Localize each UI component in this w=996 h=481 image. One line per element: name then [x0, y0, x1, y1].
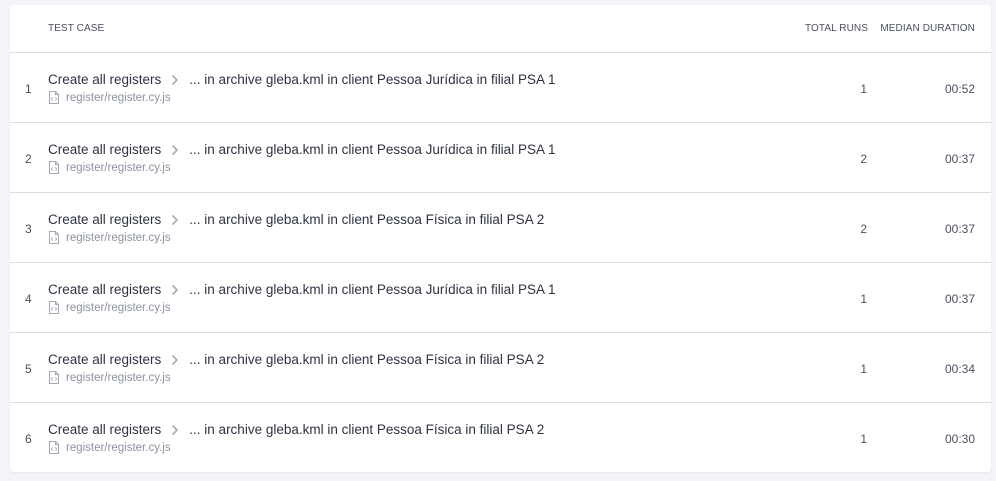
spec-file[interactable]: register/register.cy.js: [48, 231, 171, 244]
test-title[interactable]: Create all registers ... in archive gleba…: [48, 422, 544, 437]
row-index: 1: [25, 82, 32, 96]
median-duration-value: 00:37: [944, 292, 975, 306]
test-title[interactable]: Create all registers ... in archive gleba…: [48, 352, 544, 367]
file-code-icon: [48, 231, 60, 244]
file-code-icon: [48, 371, 60, 384]
median-duration-value: 00:34: [944, 362, 975, 376]
spec-file[interactable]: register/register.cy.js: [48, 161, 171, 174]
total-runs-value: 1: [860, 82, 867, 96]
chevron-right-icon: [168, 423, 182, 437]
test-cases-table: TEST CASE TOTAL RUNS MEDIAN DURATION 1 Cr…: [10, 5, 991, 472]
spec-file-path: register/register.cy.js: [66, 161, 171, 174]
file-code-icon: [48, 91, 60, 104]
table-row[interactable]: 4 Create all registers ... in archive gleb…: [10, 263, 991, 333]
test-title[interactable]: Create all registers ... in archive gleba…: [48, 212, 544, 227]
test-title[interactable]: Create all registers ... in archive gleba…: [48, 142, 555, 157]
chevron-right-icon: [168, 353, 182, 367]
median-duration-value: 00:37: [944, 222, 975, 236]
total-runs-value: 2: [860, 152, 867, 166]
file-code-icon: [48, 301, 60, 314]
total-runs-value: 1: [860, 432, 867, 446]
table-header: TEST CASE TOTAL RUNS MEDIAN DURATION: [10, 5, 991, 53]
table-row[interactable]: 3 Create all registers ... in archive gleb…: [10, 193, 991, 263]
test-title[interactable]: Create all registers ... in archive gleba…: [48, 72, 555, 87]
chevron-right-icon: [168, 143, 182, 157]
suite-name: Create all registers: [48, 422, 162, 437]
test-name: ... in archive gleba.kml in client Pesso…: [189, 422, 545, 437]
total-runs-value: 2: [860, 222, 867, 236]
total-runs-value: 1: [860, 292, 867, 306]
header-total-runs[interactable]: TOTAL RUNS: [805, 23, 868, 34]
spec-file[interactable]: register/register.cy.js: [48, 441, 171, 454]
table-row[interactable]: 6 Create all registers ... in archive gleb…: [10, 403, 991, 473]
total-runs-value: 1: [860, 362, 867, 376]
table-row[interactable]: 5 Create all registers ... in archive gleb…: [10, 333, 991, 403]
test-name: ... in archive gleba.kml in client Pesso…: [189, 352, 545, 367]
row-index: 4: [25, 292, 32, 306]
header-median-duration[interactable]: MEDIAN DURATION: [880, 23, 975, 34]
spec-file-path: register/register.cy.js: [66, 301, 171, 314]
row-index: 3: [25, 222, 32, 236]
spec-file[interactable]: register/register.cy.js: [48, 91, 171, 104]
test-name: ... in archive gleba.kml in client Pesso…: [189, 72, 556, 87]
test-name: ... in archive gleba.kml in client Pesso…: [189, 212, 545, 227]
chevron-right-icon: [168, 73, 182, 87]
chevron-right-icon: [168, 213, 182, 227]
suite-name: Create all registers: [48, 212, 162, 227]
median-duration-value: 00:30: [944, 432, 975, 446]
suite-name: Create all registers: [48, 282, 162, 297]
median-duration-value: 00:52: [944, 82, 975, 96]
file-code-icon: [48, 161, 60, 174]
spec-file[interactable]: register/register.cy.js: [48, 301, 171, 314]
table-row[interactable]: 1 Create all registers ... in archive gleb…: [10, 53, 991, 123]
suite-name: Create all registers: [48, 352, 162, 367]
spec-file-path: register/register.cy.js: [66, 371, 171, 384]
test-name: ... in archive gleba.kml in client Pesso…: [189, 142, 556, 157]
table-row[interactable]: 2 Create all registers ... in archive gleb…: [10, 123, 991, 193]
row-index: 2: [25, 152, 32, 166]
suite-name: Create all registers: [48, 72, 162, 87]
row-index: 6: [25, 432, 32, 446]
spec-file-path: register/register.cy.js: [66, 441, 171, 454]
test-name: ... in archive gleba.kml in client Pesso…: [189, 282, 556, 297]
spec-file-path: register/register.cy.js: [66, 91, 171, 104]
test-title[interactable]: Create all registers ... in archive gleba…: [48, 282, 555, 297]
header-test-case[interactable]: TEST CASE: [48, 23, 104, 34]
file-code-icon: [48, 441, 60, 454]
median-duration-value: 00:37: [944, 152, 975, 166]
spec-file[interactable]: register/register.cy.js: [48, 371, 171, 384]
chevron-right-icon: [168, 283, 182, 297]
suite-name: Create all registers: [48, 142, 162, 157]
spec-file-path: register/register.cy.js: [66, 231, 171, 244]
row-index: 5: [25, 362, 32, 376]
